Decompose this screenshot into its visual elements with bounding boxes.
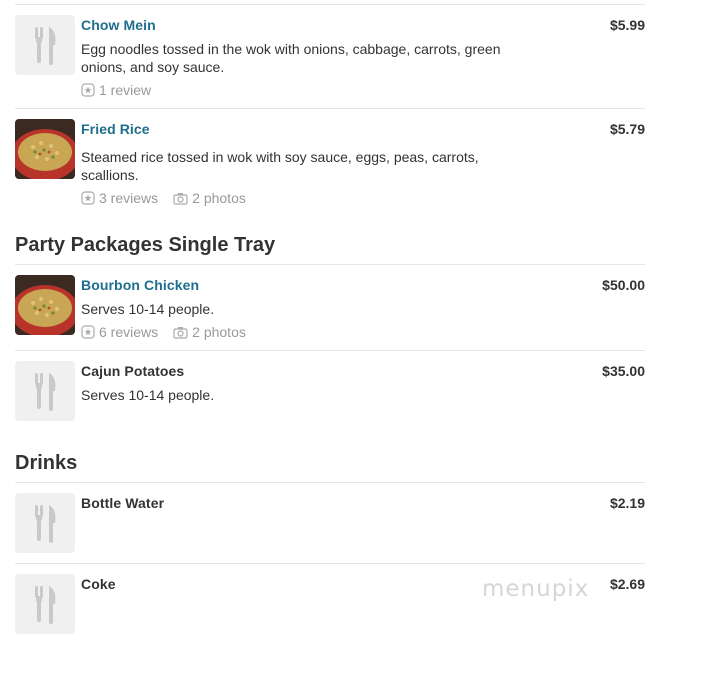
- star-icon: [81, 83, 95, 97]
- reviews-link[interactable]: 3 reviews: [81, 190, 158, 206]
- camera-icon: [173, 326, 188, 339]
- photos-count: 2 photos: [192, 190, 246, 206]
- reviews-count: 6 reviews: [99, 324, 159, 340]
- menu-item-fried-rice: Fried Rice $5.79 Steamed rice tossed in …: [15, 108, 645, 213]
- item-name: Bottle Water: [81, 495, 165, 511]
- utensils-placeholder-icon: [15, 361, 75, 421]
- item-meta: 3 reviews 2 photos: [81, 190, 261, 206]
- item-description: Steamed rice tossed in wok with soy sauc…: [81, 149, 479, 183]
- watermark-logo: menupix: [482, 576, 590, 602]
- item-description: Serves 10-14 people.: [81, 387, 215, 403]
- reviews-count: 3 reviews: [99, 190, 159, 206]
- photos-link[interactable]: 2 photos: [173, 190, 246, 206]
- star-icon: [81, 191, 95, 205]
- food-photo[interactable]: [15, 275, 75, 335]
- menu-item-bourbon-chicken: Bourbon Chicken $50.00 Serves 10-14 peop…: [15, 264, 645, 351]
- item-price: $2.19: [609, 495, 645, 511]
- item-description: Serves 10-14 people.: [81, 301, 215, 317]
- item-price: $5.79: [609, 121, 645, 137]
- food-photo[interactable]: [15, 119, 75, 179]
- item-name-link[interactable]: Fried Rice: [81, 121, 150, 138]
- section-title-party-packages: Party Packages Single Tray: [15, 234, 276, 256]
- item-name: Coke: [81, 576, 116, 592]
- item-price: $5.99: [609, 17, 645, 33]
- utensils-placeholder-icon: [15, 15, 75, 75]
- item-price: $35.00: [602, 363, 645, 379]
- item-description: Egg noodles tossed in the wok with onion…: [81, 41, 501, 75]
- menu-item-cajun-potatoes: Cajun Potatoes $35.00 Serves 10-14 peopl…: [15, 350, 645, 437]
- item-name-link[interactable]: Chow Mein: [81, 17, 156, 34]
- item-price: $50.00: [602, 277, 645, 293]
- menu-item-chow-mein: Chow Mein $5.99 Egg noodles tossed in th…: [15, 4, 645, 109]
- reviews-count: 1 review: [99, 82, 152, 98]
- item-meta: 1 review: [81, 82, 166, 98]
- menu-item-bottle-water: Bottle Water $2.19: [15, 482, 645, 564]
- item-name-link[interactable]: Bourbon Chicken: [81, 277, 199, 294]
- reviews-link[interactable]: 6 reviews: [81, 324, 158, 340]
- photos-link[interactable]: 2 photos: [173, 324, 246, 340]
- utensils-placeholder-icon: [15, 493, 75, 553]
- utensils-placeholder-icon: [15, 574, 75, 634]
- section-title-drinks: Drinks: [15, 452, 78, 474]
- camera-icon: [173, 192, 188, 205]
- item-price: $2.69: [609, 576, 645, 592]
- item-name: Cajun Potatoes: [81, 363, 185, 379]
- item-meta: 6 reviews 2 photos: [81, 324, 261, 340]
- reviews-link[interactable]: 1 review: [81, 82, 151, 98]
- photos-count: 2 photos: [192, 324, 246, 340]
- star-icon: [81, 325, 95, 339]
